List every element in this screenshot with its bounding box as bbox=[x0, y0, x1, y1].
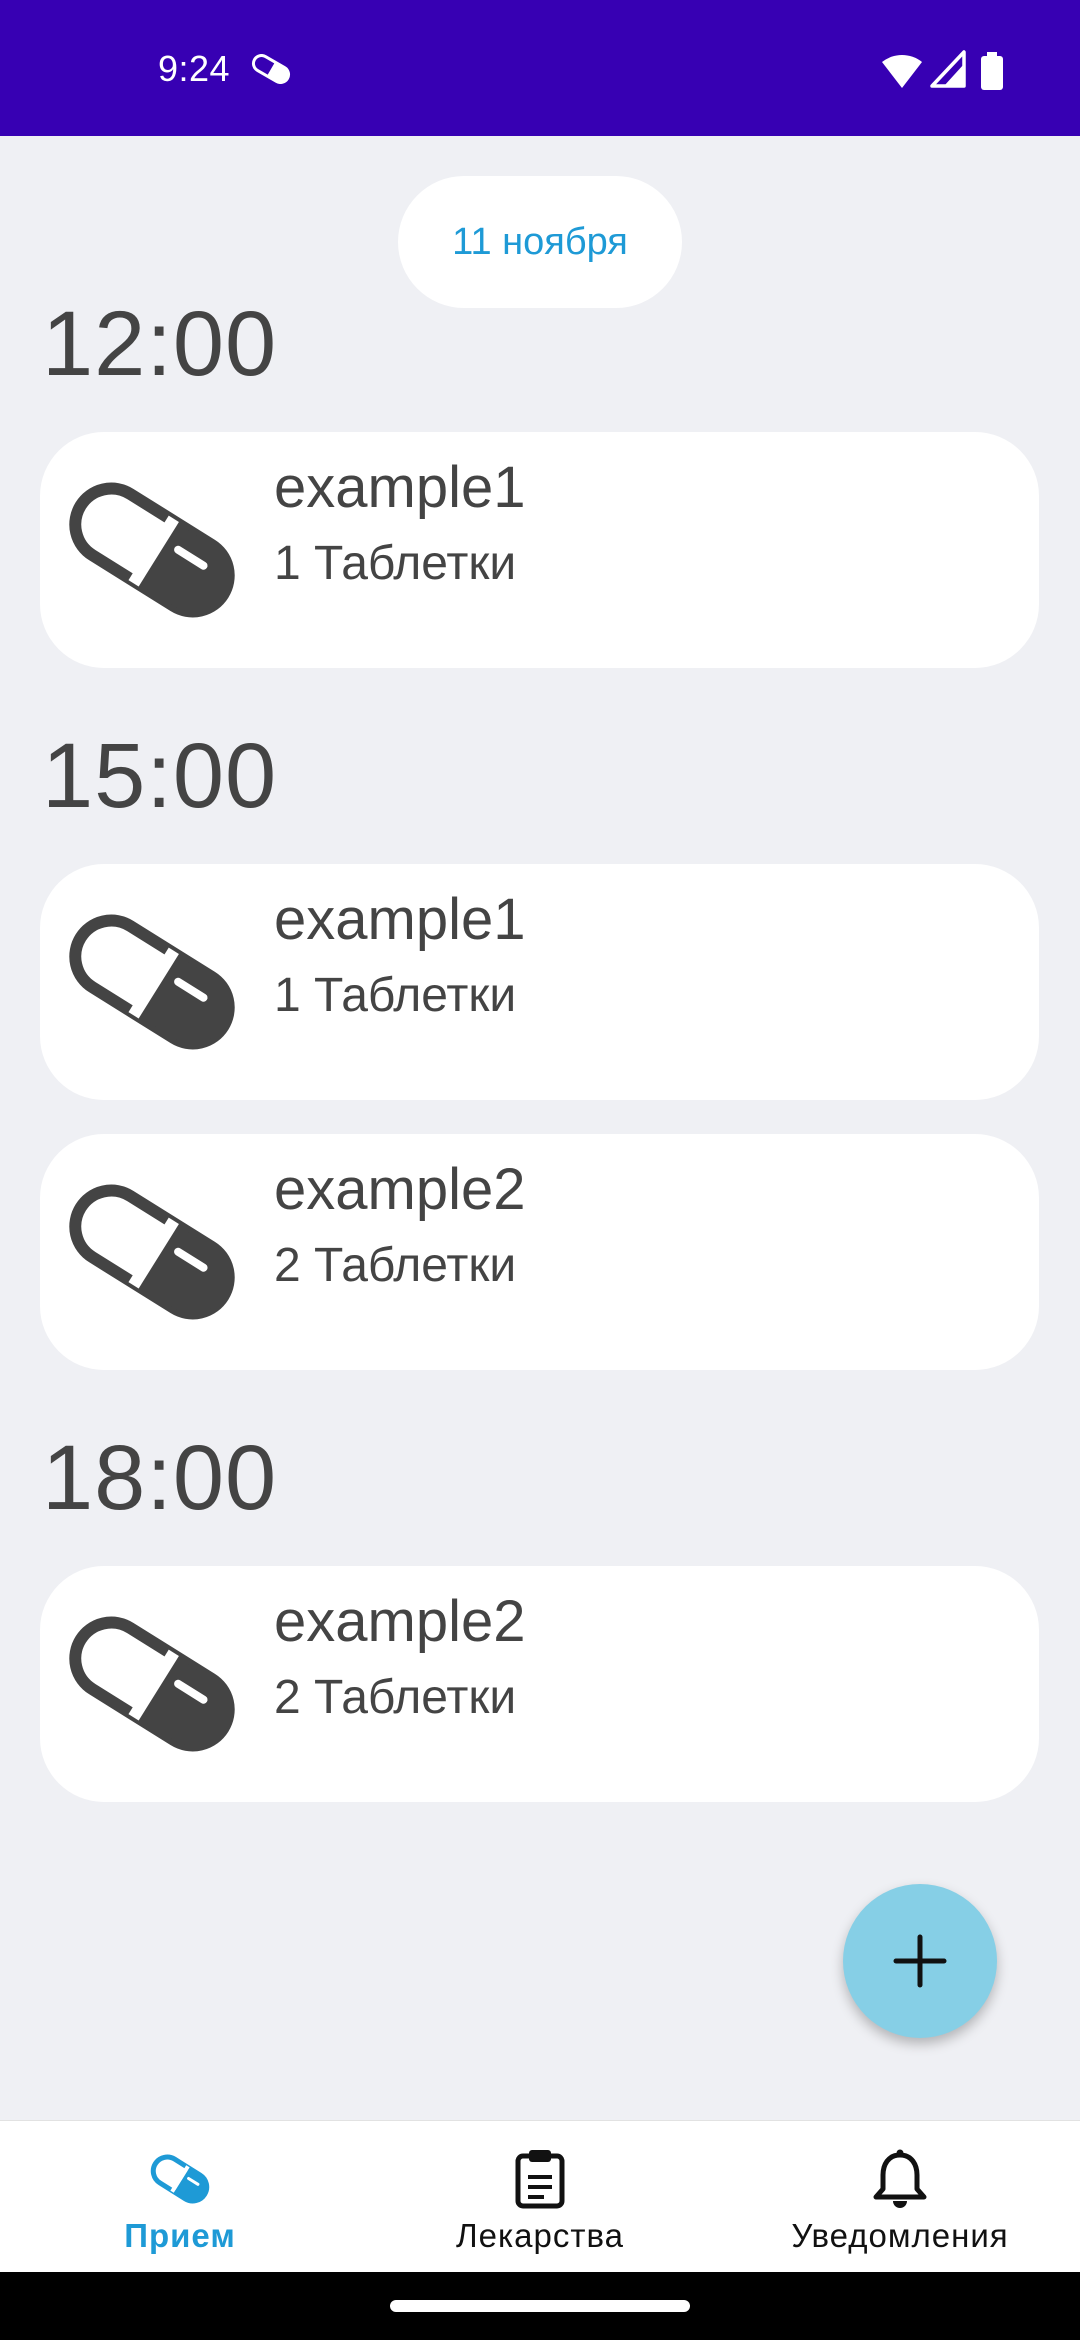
home-gesture-handle[interactable] bbox=[390, 2300, 690, 2312]
medication-dose: 2 Таблетки bbox=[274, 1239, 517, 1292]
pill-icon bbox=[69, 1184, 235, 1320]
medication-name: example1 bbox=[274, 455, 526, 520]
time-header: 12:00 bbox=[42, 293, 278, 395]
medication-card[interactable]: example2 2 Таблетки bbox=[40, 1566, 1039, 1802]
status-time: 9:24 bbox=[158, 48, 231, 89]
medication-name: example2 bbox=[274, 1157, 526, 1222]
nav-label: Уведомления bbox=[791, 2217, 1009, 2254]
medication-dose: 2 Таблетки bbox=[274, 1671, 517, 1724]
bottom-navigation: Прием Лекарства Уведомления bbox=[0, 2120, 1080, 2272]
plus-icon bbox=[893, 1934, 947, 1988]
add-medication-button[interactable] bbox=[843, 1884, 997, 2038]
nav-label: Прием bbox=[124, 2217, 236, 2254]
nav-item-intake[interactable]: Прием bbox=[80, 2121, 280, 2273]
nav-item-medicines[interactable]: Лекарства bbox=[410, 2121, 670, 2273]
signal-icon bbox=[930, 50, 966, 88]
battery-icon bbox=[981, 52, 1003, 90]
nav-item-notifications[interactable]: Уведомления bbox=[770, 2121, 1030, 2273]
pill-icon bbox=[69, 482, 235, 618]
medication-name: example2 bbox=[274, 1589, 526, 1654]
medication-dose: 1 Таблетки bbox=[274, 537, 517, 590]
medication-name: example1 bbox=[274, 887, 526, 952]
wifi-icon bbox=[882, 54, 922, 88]
pill-icon bbox=[69, 1616, 235, 1752]
time-header: 15:00 bbox=[42, 725, 278, 827]
time-header: 18:00 bbox=[42, 1427, 278, 1529]
medication-card[interactable]: example1 1 Таблетки bbox=[40, 432, 1039, 668]
medication-dose: 1 Таблетки bbox=[274, 969, 517, 1022]
pill-notification-icon bbox=[251, 54, 291, 84]
clipboard-icon bbox=[515, 2150, 565, 2209]
date-selector[interactable]: 11 ноября bbox=[398, 176, 682, 308]
gesture-bar bbox=[0, 2272, 1080, 2340]
pill-icon bbox=[150, 2154, 210, 2204]
status-bar: 9:24 bbox=[0, 0, 1080, 136]
nav-label: Лекарства bbox=[455, 2217, 624, 2254]
date-label: 11 ноября bbox=[452, 220, 628, 263]
pill-icon bbox=[69, 914, 235, 1050]
bell-icon bbox=[873, 2149, 927, 2208]
medication-card[interactable]: example2 2 Таблетки bbox=[40, 1134, 1039, 1370]
medication-card[interactable]: example1 1 Таблетки bbox=[40, 864, 1039, 1100]
